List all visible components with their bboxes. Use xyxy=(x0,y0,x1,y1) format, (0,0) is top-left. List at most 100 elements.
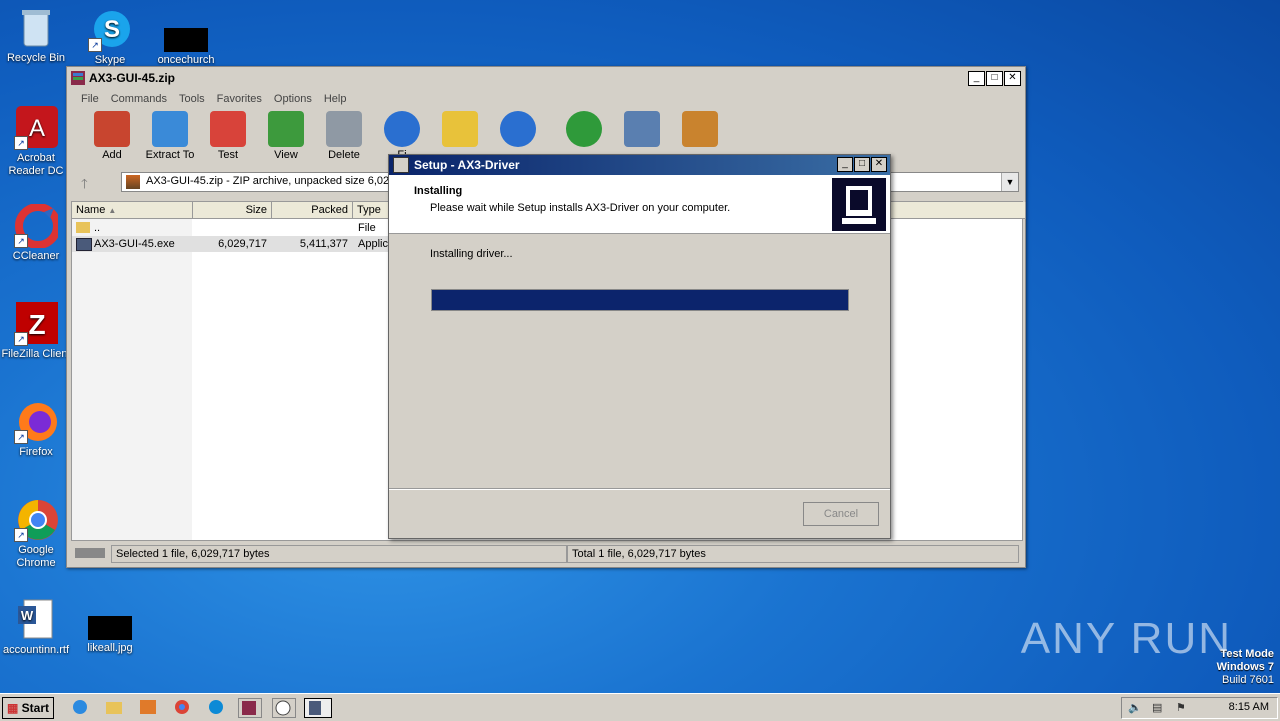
sfx-button[interactable] xyxy=(671,111,729,149)
extract-folder-icon xyxy=(152,111,188,147)
view-label: View xyxy=(274,149,298,161)
skype-icon: S ↗ xyxy=(88,8,132,52)
setup-title: Setup - AX3-Driver xyxy=(414,158,520,172)
column-header-packed[interactable]: Packed xyxy=(272,202,353,219)
desktop-icon-label: Google Chrome xyxy=(16,544,56,569)
flag-icon[interactable]: ⚑ xyxy=(1176,701,1190,715)
desktop-icon-label: FileZilla Client xyxy=(1,348,71,360)
media-player-icon[interactable] xyxy=(138,698,158,716)
setup-app-icon xyxy=(393,157,409,173)
status-selected: Selected 1 file, 6,029,717 bytes xyxy=(111,545,567,563)
setup-titlebar[interactable]: Setup - AX3-Driver _ □ ✕ xyxy=(389,155,890,175)
extract-to-button[interactable]: Extract To xyxy=(141,111,199,161)
setup-taskbar-icon[interactable] xyxy=(304,698,332,718)
desktop-icon-likeall-jpg[interactable]: likeall.jpg xyxy=(72,616,148,655)
desktop-icon-recycle-bin[interactable]: Recycle Bin xyxy=(0,6,74,65)
name-column-bg xyxy=(72,219,192,540)
add-button[interactable]: Add xyxy=(83,111,141,161)
desktop-icon-label: CCleaner xyxy=(12,250,60,262)
file-packed: 5,411,377 xyxy=(299,238,348,250)
desktop-icon-skype[interactable]: S ↗ Skype xyxy=(72,8,148,67)
up-arrow-icon[interactable]: 🡑 xyxy=(81,175,88,197)
view-button[interactable]: View xyxy=(257,111,315,161)
anyrun-watermark: ANY RUN xyxy=(1020,614,1232,663)
delete-trash-icon xyxy=(326,111,362,147)
shortcut-arrow-icon: ↗ xyxy=(14,234,28,248)
wizard-button[interactable] xyxy=(431,111,489,149)
chrome-taskbar-icon[interactable] xyxy=(172,698,192,716)
volume-icon[interactable]: 🔈 xyxy=(1128,701,1142,715)
menu-favorites[interactable]: Favorites xyxy=(211,93,268,105)
setup-heading: Installing xyxy=(414,185,463,197)
winrar-titlebar[interactable]: AX3-GUI-45.zip _ □ ✕ xyxy=(67,67,1025,89)
delete-label: Delete xyxy=(328,149,360,161)
desktop-icon-ccleaner[interactable]: ↗ CCleaner xyxy=(0,203,74,263)
column-header-name[interactable]: Name ▲ xyxy=(72,202,193,219)
desktop-icon-label: likeall.jpg xyxy=(87,642,133,654)
setup-close-button[interactable]: ✕ xyxy=(871,157,887,172)
comment-button[interactable] xyxy=(613,111,671,149)
menu-tools[interactable]: Tools xyxy=(173,93,211,105)
setup-subheading: Please wait while Setup installs AX3-Dri… xyxy=(430,202,731,214)
desktop-icon-label: accountinn.rtf xyxy=(2,644,70,656)
info-button[interactable] xyxy=(489,111,547,149)
acrobat-icon: A ↗ xyxy=(14,106,58,150)
shortcut-arrow-icon: ↗ xyxy=(14,430,28,444)
desktop-icon-firefox[interactable]: ↗ Firefox xyxy=(0,400,74,459)
status-total: Total 1 file, 6,029,717 bytes xyxy=(567,545,1019,563)
column-header-type-label: Type xyxy=(357,204,381,216)
test-mode-notice: Test Mode Windows 7 Build 7601 xyxy=(1217,648,1274,687)
address-dropdown-icon[interactable]: ▼ xyxy=(1001,173,1018,191)
menu-commands[interactable]: Commands xyxy=(105,93,173,105)
desktop-icon-accountinn-rtf[interactable]: W accountinn.rtf xyxy=(0,598,74,657)
table-row[interactable]: AX3-GUI-45.exe 6,029,717 5,411,377 Appli… xyxy=(72,236,394,252)
file-name: AX3-GUI-45.exe xyxy=(94,238,175,250)
setup-dialog: Setup - AX3-Driver _ □ ✕ Installing Plea… xyxy=(388,154,891,539)
test-button[interactable]: Test xyxy=(199,111,257,161)
desktop-icon-chrome[interactable]: ↗ Google Chrome xyxy=(0,498,74,570)
test-mode-line3: Build 7601 xyxy=(1222,674,1274,686)
cancel-button[interactable]: Cancel xyxy=(803,502,879,526)
virus-scan-icon xyxy=(566,111,602,147)
close-button[interactable]: ✕ xyxy=(1004,71,1021,86)
start-label: Start xyxy=(21,701,50,715)
minimize-button[interactable]: _ xyxy=(968,71,985,86)
maximize-button[interactable]: □ xyxy=(986,71,1003,86)
winrar-taskbar-icon[interactable] xyxy=(238,698,262,718)
column-header-size[interactable]: Size xyxy=(193,202,272,219)
menu-help[interactable]: Help xyxy=(318,93,353,105)
menu-options[interactable]: Options xyxy=(268,93,318,105)
ie-icon[interactable] xyxy=(70,698,90,716)
column-header-packed-label: Packed xyxy=(311,204,348,216)
clock[interactable]: 8:15 AM xyxy=(1229,701,1269,713)
installer-computer-icon xyxy=(832,178,886,231)
file-size: 6,029,717 xyxy=(218,238,267,250)
shortcut-arrow-icon: ↗ xyxy=(88,38,102,52)
desktop-icon-label: Recycle Bin xyxy=(6,52,66,64)
desktop-icon-acrobat[interactable]: A ↗ Acrobat Reader DC xyxy=(0,106,74,178)
view-book-icon xyxy=(268,111,304,147)
table-row[interactable]: .. File fol xyxy=(72,220,390,250)
setup-maximize-button[interactable]: □ xyxy=(854,157,870,172)
desktop-icon-filezilla[interactable]: Z ↗ FileZilla Client xyxy=(0,302,74,361)
install-progress-fill xyxy=(432,290,848,310)
network-icon[interactable]: ▤ xyxy=(1152,701,1166,715)
file-name: .. xyxy=(94,222,101,234)
setup-minimize-button[interactable]: _ xyxy=(837,157,853,172)
delete-button[interactable]: Delete xyxy=(315,111,373,161)
folder-icon xyxy=(76,222,90,233)
find-magnifier-icon xyxy=(384,111,420,147)
desktop-icon-oncechurch[interactable]: oncechurch xyxy=(148,28,224,67)
shortcut-arrow-icon: ↗ xyxy=(14,528,28,542)
test-mode-line1: Test Mode xyxy=(1220,648,1274,660)
svg-text:A: A xyxy=(29,115,45,142)
menu-file[interactable]: File xyxy=(75,93,105,105)
virus-scan-button[interactable] xyxy=(555,111,613,149)
setup-clock-taskbar-icon[interactable] xyxy=(272,698,296,718)
menu-bar: File Commands Tools Favorites Options He… xyxy=(67,89,1025,109)
explorer-folder-icon[interactable] xyxy=(104,698,124,716)
edge-icon[interactable] xyxy=(206,698,226,716)
start-button[interactable]: ▦ Start xyxy=(2,697,54,719)
archive-icon xyxy=(126,175,140,189)
winrar-title: AX3-GUI-45.zip xyxy=(89,71,176,85)
